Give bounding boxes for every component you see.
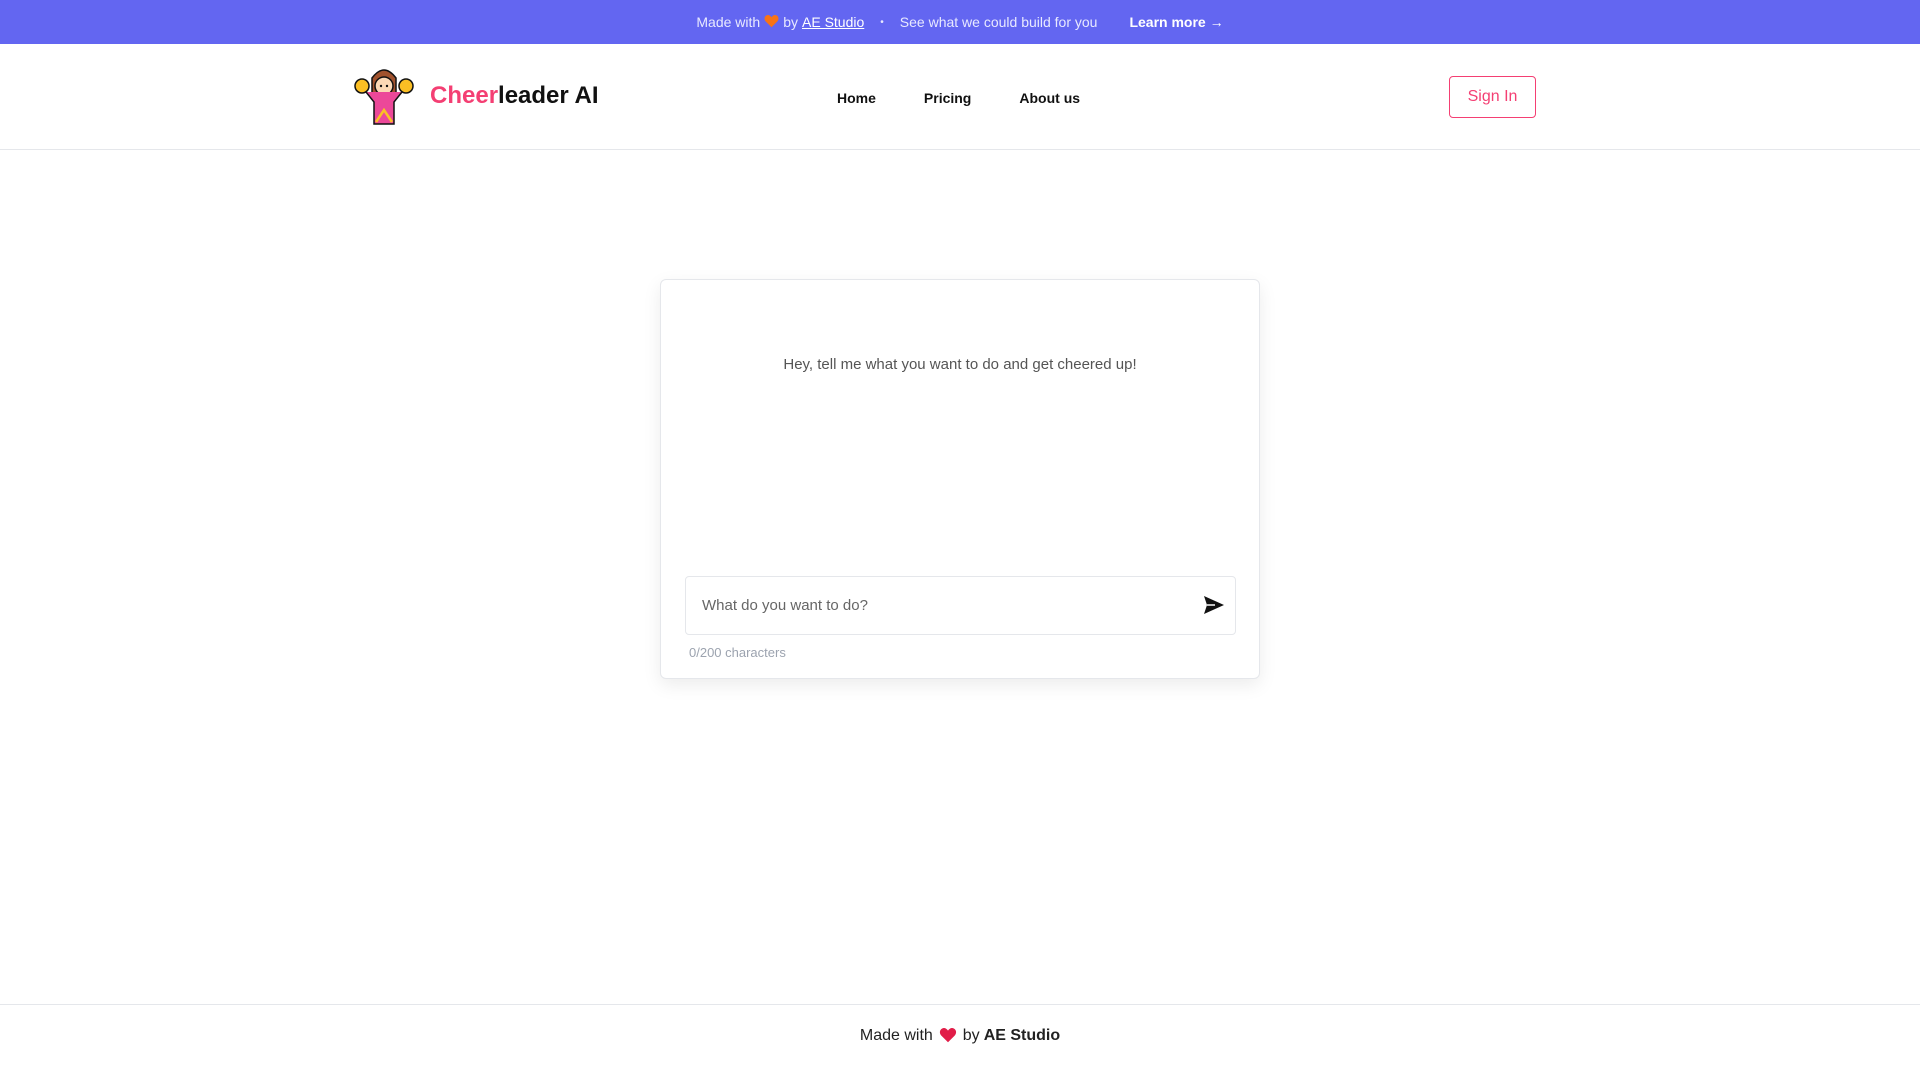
top-banner: Made with by AE Studio • See what we cou…	[0, 0, 1920, 44]
heart-icon	[764, 14, 779, 31]
banner-by-text: by	[783, 14, 798, 30]
main-nav: Home Pricing About us	[837, 90, 1128, 106]
footer-by-text: by	[962, 1027, 980, 1044]
sign-in-button[interactable]: Sign In	[1449, 76, 1536, 118]
learn-more-link[interactable]: Learn more →	[1129, 14, 1223, 30]
banner-tagline: See what we could build for you	[899, 14, 1098, 30]
brand-accent: Cheer	[430, 82, 499, 109]
heart-icon	[939, 1027, 957, 1048]
nav-pricing[interactable]: Pricing	[924, 90, 971, 106]
nav-home[interactable]: Home	[837, 90, 876, 106]
ae-studio-link[interactable]: AE Studio	[802, 14, 864, 30]
brand-name: Cheerleader AI	[430, 82, 599, 110]
logo-link[interactable]: Cheerleader AI	[352, 64, 599, 128]
made-with-group: Made with by AE Studio	[696, 14, 864, 31]
chat-input[interactable]	[686, 577, 1186, 634]
chat-card: Hey, tell me what you want to do and get…	[660, 279, 1260, 679]
brand-rest: leader AI	[498, 82, 599, 109]
cheerleader-logo-icon	[352, 64, 416, 128]
character-counter: 0/200 characters	[689, 645, 786, 660]
site-footer: Made with by AE Studio	[0, 1004, 1920, 1080]
banner-made-with-text: Made with	[696, 14, 761, 30]
chat-prompt: Hey, tell me what you want to do and get…	[783, 356, 1137, 373]
footer-studio-link[interactable]: AE Studio	[984, 1027, 1060, 1045]
send-icon[interactable]	[1203, 595, 1227, 617]
site-header: Cheerleader AI Home Pricing About us Sig…	[0, 44, 1920, 150]
chat-input-wrapper	[685, 576, 1236, 635]
banner-separator: •	[880, 16, 884, 28]
footer-made-with-text: Made with	[859, 1027, 933, 1044]
nav-about-us[interactable]: About us	[1019, 90, 1080, 106]
